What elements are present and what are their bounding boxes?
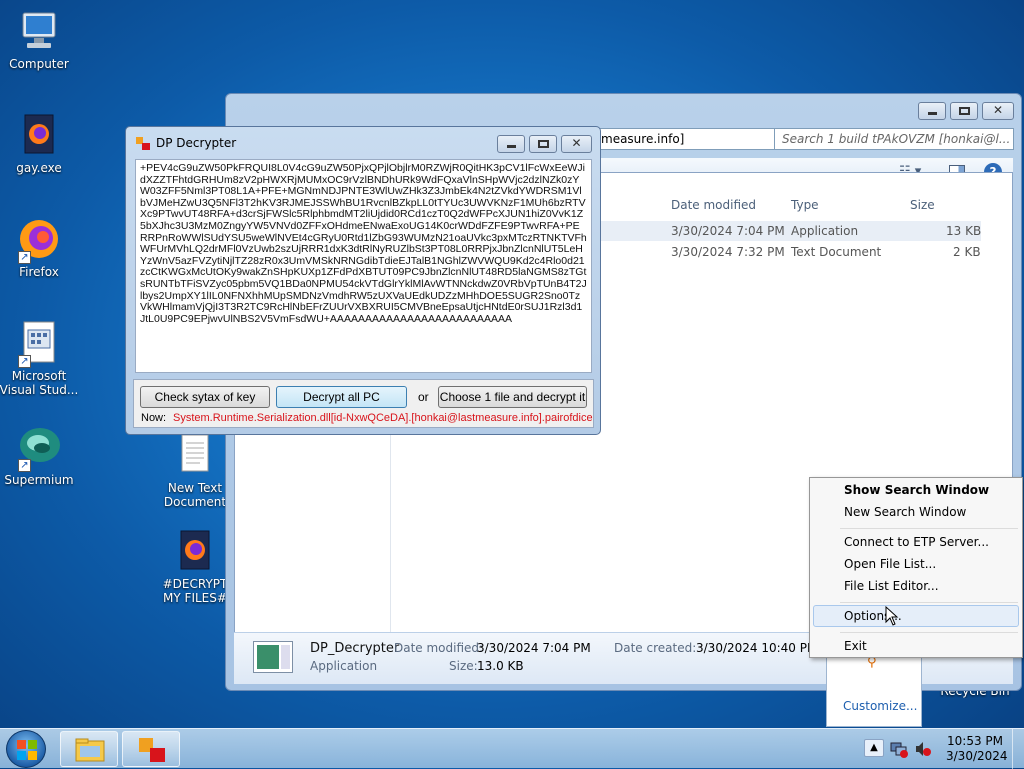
network-icon[interactable] — [890, 740, 908, 758]
volume-muted-icon[interactable] — [914, 740, 932, 758]
shortcut-arrow-icon: ↗ — [18, 251, 31, 264]
computer-icon — [16, 8, 62, 54]
details-created-label: Date created: — [614, 641, 697, 655]
dp-decrypter-icon — [139, 738, 165, 762]
now-status: System.Runtime.Serialization.dll[id-NxwQ… — [173, 412, 593, 424]
details-name: DP_Decrypter — [310, 641, 400, 656]
menu-item-open-file-list[interactable]: Open File List... — [844, 557, 936, 571]
desktop-icon-label: gay.exe — [16, 161, 62, 175]
minimize-button[interactable] — [497, 135, 525, 153]
desktop-icon-label-line2: Visual Stud... — [0, 383, 79, 397]
minimize-button[interactable] — [918, 102, 946, 120]
desktop-icon-computer[interactable]: Computer — [0, 8, 82, 71]
file-row-size: 13 KB — [946, 224, 982, 238]
menu-separator — [840, 602, 1018, 603]
show-hidden-icons-button[interactable]: ▲ — [864, 739, 884, 757]
context-menu: Show Search Window New Search Window Con… — [809, 477, 1023, 658]
window-title: DP Decrypter — [156, 136, 237, 150]
choose-file-button[interactable]: Choose 1 file and decrypt it — [438, 386, 587, 408]
shortcut-arrow-icon: ↗ — [18, 459, 31, 472]
start-button[interactable] — [6, 730, 46, 768]
details-modified-label: Date modified: — [394, 641, 484, 655]
search-placeholder: Search 1 build tPAkOVZM [honkai@l... — [782, 132, 1011, 146]
system-clock[interactable]: 10:53 PM 3/30/2024 — [946, 734, 1008, 764]
desktop-icon-firefox[interactable]: ↗ Firefox — [0, 216, 82, 279]
desktop-icon-label: Supermium — [4, 473, 74, 487]
details-modified-value: 3/30/2024 7:04 PM — [477, 641, 591, 655]
menu-item-show-search-window[interactable]: Show Search Window — [844, 483, 989, 497]
now-label: Now: — [141, 412, 167, 424]
menu-item-file-list-editor[interactable]: File List Editor... — [844, 579, 939, 593]
show-desktop-button[interactable] — [1012, 729, 1024, 769]
column-date-modified[interactable]: Date modified — [671, 198, 756, 212]
folder-icon — [75, 738, 105, 762]
app-icon — [136, 137, 150, 150]
address-text: measure.info] — [601, 132, 685, 146]
taskbar: ▲ 10:53 PM 3/30/2024 — [0, 728, 1024, 769]
text-document-icon — [172, 432, 218, 478]
firefox-file-icon — [16, 112, 62, 158]
search-tool-icon[interactable]: ⚲ — [867, 656, 881, 670]
shortcut-arrow-icon: ↗ — [18, 355, 31, 368]
supermium-icon: ↗ — [16, 424, 62, 472]
decrypt-all-button[interactable]: Decrypt all PC — [276, 386, 407, 408]
desktop-icon-label: Computer — [9, 57, 69, 71]
mouse-cursor-icon — [885, 606, 899, 626]
customize-link[interactable]: Customize... — [843, 699, 917, 713]
desktop-icon-gay-exe[interactable]: gay.exe — [0, 112, 82, 175]
notification-overflow-panel: ⚲ Customize... — [826, 655, 922, 727]
file-row-size: 2 KB — [953, 245, 981, 259]
search-input[interactable]: Search 1 build tPAkOVZM [honkai@l... — [774, 128, 1014, 150]
file-row-type: Text Document — [791, 245, 882, 259]
action-panel: Check sytax of key Decrypt all PC or Cho… — [133, 379, 594, 428]
close-button[interactable]: ✕ — [982, 102, 1014, 120]
close-button[interactable]: ✕ — [561, 135, 592, 153]
desktop-icon-label-line1: Microsoft — [11, 369, 67, 383]
maximize-button[interactable] — [529, 135, 557, 153]
menu-separator — [840, 632, 1018, 633]
clock-date: 3/30/2024 — [946, 749, 1008, 763]
desktop-icon-visual-studio[interactable]: ↗ Microsoft Visual Stud... — [0, 320, 82, 397]
details-size-value: 13.0 KB — [477, 659, 524, 673]
desktop-icon-label: Firefox — [19, 265, 59, 279]
file-row-date: 3/30/2024 7:32 PM — [671, 245, 785, 259]
maximize-button[interactable] — [950, 102, 978, 120]
column-type[interactable]: Type — [791, 198, 819, 212]
file-row-type: Application — [791, 224, 859, 238]
dp-decrypter-window: DP Decrypter ✕ +PEV4cG9uZW50PkFRQUI8L0V4… — [125, 126, 601, 435]
firefox-file-icon — [172, 528, 218, 574]
application-icon — [253, 641, 293, 673]
clock-time: 10:53 PM — [947, 734, 1003, 748]
details-created-value: 3/30/2024 10:40 PM — [696, 641, 818, 655]
check-syntax-button[interactable]: Check sytax of key — [140, 386, 270, 408]
firefox-icon: ↗ — [16, 216, 62, 264]
taskbar-decrypter-button[interactable] — [122, 731, 180, 767]
key-textarea[interactable]: +PEV4cG9uZW50PkFRQUI8L0V4cG9uZW50PjxQPjl… — [135, 159, 592, 373]
visual-studio-icon: ↗ — [16, 320, 62, 368]
menu-item-exit[interactable]: Exit — [844, 639, 867, 653]
menu-separator — [840, 528, 1018, 529]
taskbar-explorer-button[interactable] — [60, 731, 118, 767]
details-kind: Application — [310, 659, 378, 673]
desktop-icon-supermium[interactable]: ↗ Supermium — [0, 424, 82, 487]
file-row-date: 3/30/2024 7:04 PM — [671, 224, 785, 238]
menu-item-new-search-window[interactable]: New Search Window — [844, 505, 966, 519]
menu-item-connect-etp[interactable]: Connect to ETP Server... — [844, 535, 989, 549]
details-size-label: Size: — [449, 659, 478, 673]
windows-logo-icon — [17, 740, 37, 760]
column-size[interactable]: Size — [910, 198, 935, 212]
or-label: or — [418, 390, 429, 404]
